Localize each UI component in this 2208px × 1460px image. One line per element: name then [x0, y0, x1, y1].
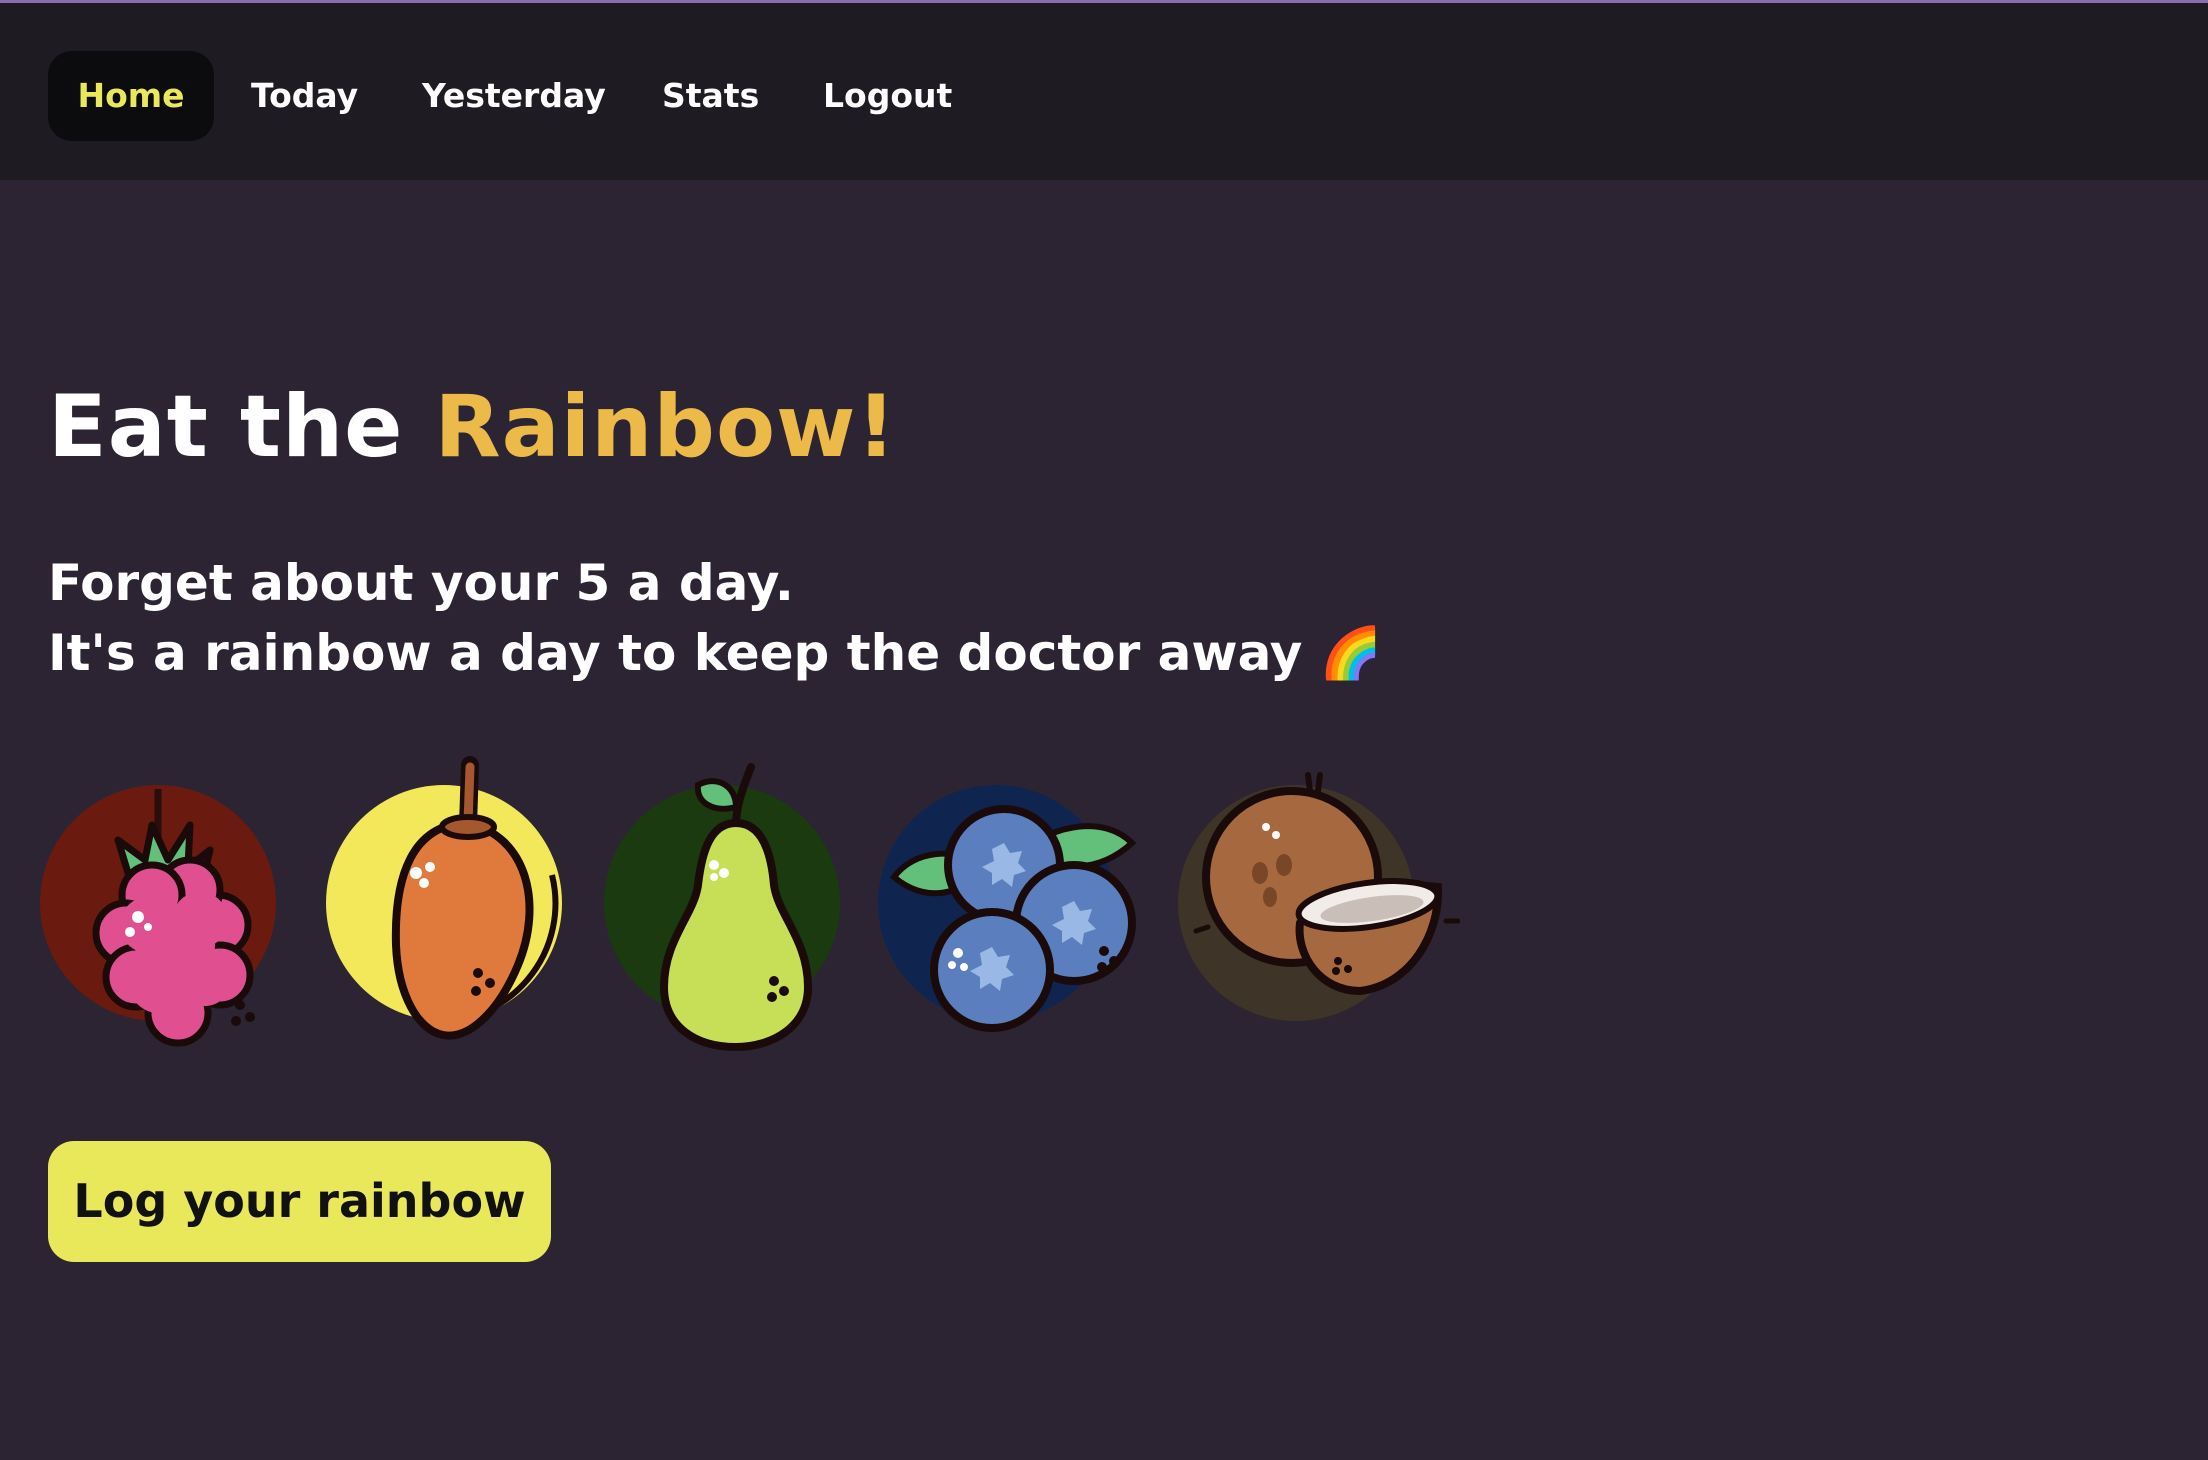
title-accent: Rainbow!	[434, 377, 897, 477]
pear-icon	[604, 763, 840, 1052]
navbar: Home Today Yesterday Stats Logout	[0, 3, 2208, 180]
blueberries-icon	[878, 785, 1137, 1032]
title-prefix: Eat the	[48, 377, 435, 477]
subtitle-line-1: Forget about your 5 a day.	[48, 554, 794, 612]
nav-logout[interactable]: Logout	[823, 51, 952, 141]
coconut-icon	[1178, 772, 1460, 1021]
raspberry-icon	[40, 785, 276, 1047]
fruit-row	[40, 755, 1460, 1075]
nav-today[interactable]: Today	[251, 51, 358, 141]
nav-home[interactable]: Home	[48, 51, 214, 141]
nav-stats[interactable]: Stats	[662, 51, 759, 141]
log-rainbow-button[interactable]: Log your rainbow	[48, 1141, 551, 1262]
nav-yesterday[interactable]: Yesterday	[422, 51, 606, 141]
page-title: Eat the Rainbow!	[48, 372, 897, 482]
mango-icon	[326, 756, 562, 1040]
subtitle-line-2: It's a rainbow a day to keep the doctor …	[48, 624, 1383, 682]
